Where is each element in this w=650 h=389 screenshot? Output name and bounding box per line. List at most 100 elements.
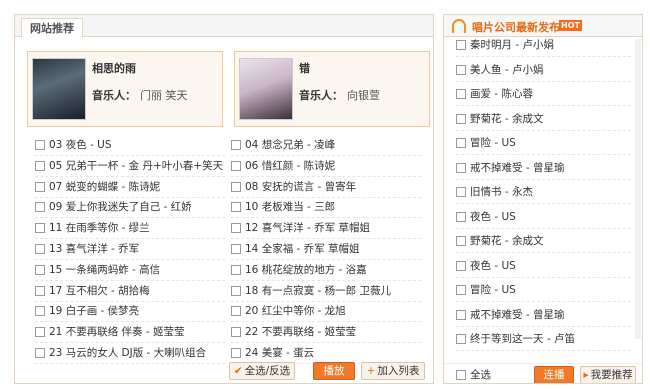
song-title[interactable]: 14 全家福 - 乔军 草帽姐 xyxy=(245,241,360,257)
plus-icon: + xyxy=(366,365,376,377)
music-page: 网站推荐 相思的雨 音乐人： 门丽 笑天 错 音乐人： 向银萱 03 夜色 - US… xyxy=(0,0,650,389)
checkbox[interactable] xyxy=(456,285,466,295)
song-title[interactable]: 画爱 - 陈心蓉 xyxy=(470,86,533,102)
song-title[interactable]: 18 有一点寂寞 - 杨一郎 卫薇儿 xyxy=(245,283,391,299)
hot-badge: HOT xyxy=(559,20,582,31)
checkbox[interactable] xyxy=(231,285,241,296)
row-divider xyxy=(231,259,421,260)
tab-site-recommend[interactable]: 网站推荐 xyxy=(21,18,83,38)
checkbox[interactable] xyxy=(456,187,466,197)
row-divider xyxy=(231,196,421,198)
song-title[interactable]: 20 红尘中等你 - 龙旭 xyxy=(245,303,346,319)
checkbox[interactable] xyxy=(231,181,241,192)
row-divider xyxy=(231,342,421,344)
checkbox[interactable] xyxy=(231,140,241,150)
row-divider xyxy=(35,363,225,364)
checkbox[interactable] xyxy=(35,160,45,171)
song-title[interactable]: 06 惜红颜 - 陈诗妮 xyxy=(245,158,335,174)
song-title[interactable]: 终于等到这一天 - 卢笛 xyxy=(470,331,575,347)
checkbox[interactable] xyxy=(35,244,45,254)
checkbox[interactable] xyxy=(231,306,241,317)
song-title[interactable]: 03 夜色 - US xyxy=(49,137,112,153)
song-title[interactable]: 冒险 - US xyxy=(470,282,516,298)
checkbox[interactable] xyxy=(456,113,466,124)
song-title[interactable]: 22 不要再联络 - 姬莹莹 xyxy=(245,324,356,340)
song-title[interactable]: 07 蜕变的蝴蝶 - 陈诗妮 xyxy=(49,179,160,195)
artist-link[interactable]: 门丽 笑天 xyxy=(140,89,188,102)
continuous-play-button[interactable]: 连播 xyxy=(534,366,574,383)
checkbox[interactable] xyxy=(456,334,466,344)
song-title[interactable]: 04 想念兄弟 - 凌峰 xyxy=(245,137,335,153)
song-title[interactable]: 戒不掉难受 - 曾星瑜 xyxy=(470,160,564,176)
checkbox[interactable] xyxy=(35,140,45,150)
song-title[interactable]: 冒险 - US xyxy=(470,135,516,151)
checkbox[interactable] xyxy=(231,244,241,254)
checkbox[interactable] xyxy=(35,327,45,338)
song-title[interactable]: 15 一条绳两蚂蚱 - 高信 xyxy=(49,262,160,278)
song-title[interactable]: 17 互不相欠 - 胡拾梅 xyxy=(49,283,150,299)
checkbox[interactable] xyxy=(35,264,45,275)
song-title[interactable]: 19 白子画 - 侯梦亮 xyxy=(49,303,139,319)
song-title[interactable]: 08 安抚的谎言 - 曾寄年 xyxy=(245,179,356,195)
checkbox[interactable] xyxy=(456,211,466,222)
checkbox[interactable] xyxy=(35,285,45,296)
checkbox[interactable] xyxy=(231,223,241,234)
featured-song-1[interactable]: 相思的雨 音乐人： 门丽 笑天 xyxy=(27,51,223,127)
play-button[interactable]: 播放 xyxy=(313,362,355,380)
checkbox[interactable] xyxy=(456,236,466,246)
checkbox[interactable] xyxy=(35,202,45,213)
song-title[interactable]: 13 喜气洋洋 - 乔军 xyxy=(49,241,139,257)
row-divider xyxy=(35,279,225,281)
song-title[interactable]: 10 老板难当 - 三郎 xyxy=(245,199,335,215)
song-title[interactable]: 05 兄弟干一杯 - 金 丹+叶小春+笑天 xyxy=(49,158,223,174)
featured-title[interactable]: 相思的雨 xyxy=(92,60,136,76)
song-title[interactable]: 21 不要再联络 伴奏 - 姬莹莹 xyxy=(49,324,185,340)
song-title[interactable]: 美人鱼 - 卢小娟 xyxy=(470,62,543,78)
song-title[interactable]: 野菊花 - 余成文 xyxy=(470,111,543,127)
checkbox[interactable] xyxy=(231,202,241,213)
song-title[interactable]: 野菊花 - 余成文 xyxy=(470,233,543,249)
checkbox[interactable] xyxy=(456,309,466,320)
song-title[interactable]: 夜色 - US xyxy=(470,258,516,274)
select-all-button[interactable]: ✔ 全选/反选 xyxy=(229,362,295,380)
checkbox[interactable] xyxy=(231,264,241,275)
song-title[interactable]: 23 马云的女人 DJ版 - 大喇叭组合 xyxy=(49,345,206,361)
song-title[interactable]: 旧情书 - 永杰 xyxy=(470,184,533,200)
checkbox[interactable] xyxy=(456,260,466,271)
row-divider xyxy=(456,80,631,82)
recommend-button[interactable]: ▸ 我要推荐 xyxy=(580,366,636,383)
scrollbar[interactable] xyxy=(635,39,641,339)
checkbox[interactable] xyxy=(231,348,241,358)
checkbox[interactable] xyxy=(456,89,466,99)
checkbox[interactable] xyxy=(35,306,45,317)
album-cover[interactable] xyxy=(239,58,293,120)
featured-title[interactable]: 错 xyxy=(299,60,310,76)
song-title[interactable]: 夜色 - US xyxy=(470,209,516,225)
checkbox[interactable] xyxy=(456,370,466,380)
featured-song-2[interactable]: 错 音乐人： 向银萱 xyxy=(234,51,430,127)
song-title[interactable]: 12 喜气洋洋 - 乔军 草帽姐 xyxy=(245,220,370,236)
checkbox[interactable] xyxy=(231,160,241,171)
checkbox[interactable] xyxy=(35,181,45,192)
song-title[interactable]: 秦时明月 - 卢小娟 xyxy=(470,37,554,53)
add-to-list-button[interactable]: + 加入列表 xyxy=(361,362,425,380)
checkbox[interactable] xyxy=(456,162,466,173)
row-divider xyxy=(231,238,421,240)
row-divider xyxy=(456,276,631,278)
checkbox[interactable] xyxy=(231,327,241,338)
album-cover[interactable] xyxy=(32,58,86,120)
row-divider xyxy=(35,155,225,156)
checkbox[interactable] xyxy=(456,64,466,75)
row-divider xyxy=(35,175,225,177)
song-title[interactable]: 09 爱上你我迷失了自己 - 红娇 xyxy=(49,199,192,215)
song-title[interactable]: 24 美宴 - 蛋云 xyxy=(245,345,314,361)
checkbox[interactable] xyxy=(35,348,45,358)
checkbox[interactable] xyxy=(456,40,466,50)
song-title[interactable]: 11 在雨季等你 - 缪兰 xyxy=(49,220,150,236)
song-title[interactable]: 戒不掉难受 - 曾星瑜 xyxy=(470,307,564,323)
checkbox[interactable] xyxy=(456,138,466,148)
checkbox[interactable] xyxy=(35,223,45,234)
song-title[interactable]: 16 桃花绽放的地方 - 浴嘉 xyxy=(245,262,367,278)
row-divider xyxy=(231,175,421,177)
artist-link[interactable]: 向银萱 xyxy=(347,89,380,102)
